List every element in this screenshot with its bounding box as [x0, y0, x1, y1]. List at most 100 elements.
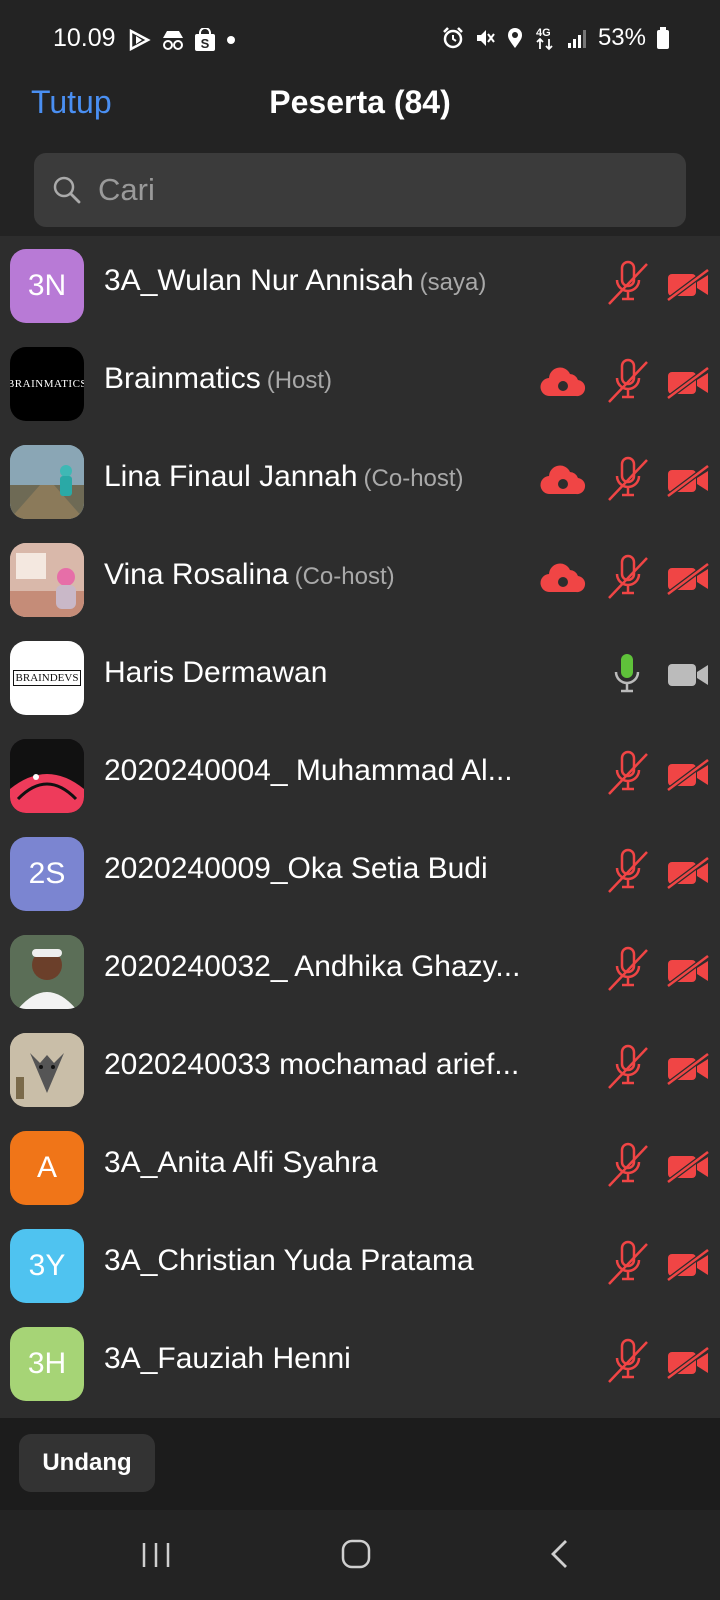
- close-button[interactable]: Tutup: [31, 84, 112, 121]
- back-icon[interactable]: [548, 1538, 570, 1575]
- mic-muted-icon: [606, 1240, 650, 1293]
- participant-row[interactable]: Vina Rosalina (Co-host): [0, 530, 720, 628]
- participant-row[interactable]: 2020240004_ Muhammad Al...: [0, 726, 720, 824]
- avatar-photo: [10, 739, 84, 813]
- invite-button[interactable]: Undang: [19, 1434, 155, 1492]
- camera-off-icon: [666, 1150, 710, 1189]
- search-input[interactable]: [96, 167, 660, 213]
- alarm-icon: [442, 27, 464, 49]
- network-label: 4G: [536, 27, 551, 39]
- avatar: [10, 543, 84, 617]
- participant-name: 3A_Anita Alfi Syahra: [104, 1146, 378, 1179]
- participant-row[interactable]: 2S 2020240009_Oka Setia Budi: [0, 824, 720, 922]
- participant-row[interactable]: A 3A_Anita Alfi Syahra: [0, 1118, 720, 1216]
- participant-name: 2020240004_ Muhammad Al...: [104, 754, 513, 787]
- participant-name-wrap: 3A_Wulan Nur Annisah (saya): [104, 264, 544, 298]
- search-icon: [52, 175, 82, 210]
- brainmatics-logo-icon: BRAINMATICS: [10, 378, 84, 390]
- participant-row[interactable]: 2020240033 mochamad arief...: [0, 1020, 720, 1118]
- mic-muted-icon: [606, 554, 650, 607]
- avatar: BRAINDEVS: [10, 641, 84, 715]
- avatar-initials: 3Y: [28, 1249, 66, 1282]
- participant-row[interactable]: BRAINDEVS Haris Dermawan: [0, 628, 720, 726]
- participant-name: Lina Finaul Jannah: [104, 460, 358, 493]
- camera-off-icon: [666, 1052, 710, 1091]
- cloud-recording-icon: [540, 366, 586, 403]
- avatar: [10, 445, 84, 519]
- braindevs-logo-icon: BRAINDEVS: [12, 670, 82, 686]
- avatar-photo: [10, 935, 84, 1009]
- participant-name: 2020240009_Oka Setia Budi: [104, 852, 488, 885]
- participant-row[interactable]: 2020240032_ Andhika Ghazy...: [0, 922, 720, 1020]
- participant-name: 3A_Christian Yuda Pratama: [104, 1244, 474, 1277]
- participant-name-wrap: 2020240004_ Muhammad Al...: [104, 754, 544, 788]
- status-time: 10.09: [53, 24, 116, 52]
- participant-name-wrap: 3A_Anita Alfi Syahra: [104, 1146, 544, 1180]
- participant-role: (saya): [419, 269, 487, 296]
- participant-name-wrap: 2020240009_Oka Setia Budi: [104, 852, 544, 886]
- notification-icons: S: [128, 28, 238, 52]
- participant-list[interactable]: 3N 3A_Wulan Nur Annisah (saya) BRAINMATICS B…: [0, 236, 720, 1418]
- cloud-recording-icon: [540, 464, 586, 501]
- camera-off-icon: [666, 268, 710, 307]
- cloud-recording-icon: [540, 562, 586, 599]
- camera-off-icon: [666, 562, 710, 601]
- participant-role: (Co-host): [294, 563, 395, 590]
- header-bar: Peserta (84) Tutup: [0, 62, 720, 144]
- location-icon: [506, 27, 524, 49]
- participant-row[interactable]: 3H 3A_Fauziah Henni: [0, 1314, 720, 1412]
- participant-name-wrap: Lina Finaul Jannah (Co-host): [104, 460, 544, 494]
- participant-name: 3A_Wulan Nur Annisah: [104, 264, 414, 297]
- participant-name: Haris Dermawan: [104, 656, 328, 689]
- mic-muted-icon: [606, 946, 650, 999]
- camera-off-icon: [666, 366, 710, 405]
- participant-row[interactable]: BRAINMATICS Brainmatics (Host): [0, 334, 720, 432]
- system-icons: 4G 53%: [442, 24, 670, 52]
- battery-percent: 53%: [597, 24, 646, 51]
- mic-muted-icon: [606, 260, 650, 313]
- network-4g-icon: 4G: [534, 25, 556, 51]
- vibrate-mute-icon: [474, 27, 496, 49]
- search-box[interactable]: [34, 153, 686, 227]
- avatar-photo: [10, 445, 84, 519]
- avatar: 3Y: [10, 1229, 84, 1303]
- avatar: BRAINMATICS: [10, 347, 84, 421]
- camera-off-icon: [666, 758, 710, 797]
- participant-name: 2020240032_ Andhika Ghazy...: [104, 950, 521, 983]
- participant-name-wrap: 2020240032_ Andhika Ghazy...: [104, 950, 544, 984]
- participant-role: (Co-host): [363, 465, 464, 492]
- participant-row[interactable]: 3Y 3A_Christian Yuda Pratama: [0, 1216, 720, 1314]
- avatar-initials: 3N: [27, 269, 67, 302]
- avatar: [10, 739, 84, 813]
- avatar-initials: 3H: [27, 1347, 67, 1380]
- more-notifications-dot-icon: [224, 33, 238, 47]
- signal-icon: [566, 27, 588, 49]
- participant-name-wrap: Brainmatics (Host): [104, 362, 544, 396]
- mic-muted-icon: [606, 848, 650, 901]
- home-icon[interactable]: [340, 1538, 372, 1575]
- participant-name-wrap: 3A_Christian Yuda Pratama: [104, 1244, 544, 1278]
- participant-row[interactable]: Lina Finaul Jannah (Co-host): [0, 432, 720, 530]
- mic-muted-icon: [606, 1338, 650, 1391]
- avatar: A: [10, 1131, 84, 1205]
- mic-muted-icon: [606, 358, 650, 411]
- camera-off-icon: [666, 1248, 710, 1287]
- svg-text:S: S: [201, 36, 210, 51]
- avatar: 2S: [10, 837, 84, 911]
- mic-muted-icon: [606, 1142, 650, 1195]
- avatar: [10, 1033, 84, 1107]
- mic-muted-icon: [606, 1044, 650, 1097]
- mic-muted-icon: [606, 750, 650, 803]
- battery-icon: [656, 26, 670, 50]
- participant-name: Vina Rosalina: [104, 558, 289, 591]
- play-icon: [128, 29, 152, 51]
- avatar-initials: 2S: [28, 857, 66, 890]
- shopee-icon: S: [194, 28, 216, 52]
- avatar: [10, 935, 84, 1009]
- recent-apps-icon[interactable]: [140, 1540, 172, 1575]
- participant-name-wrap: 3A_Fauziah Henni: [104, 1342, 544, 1376]
- camera-off-icon: [666, 856, 710, 895]
- system-nav-bar: [0, 1510, 720, 1600]
- participant-name-wrap: 2020240033 mochamad arief...: [104, 1048, 544, 1082]
- participant-row[interactable]: 3N 3A_Wulan Nur Annisah (saya): [0, 236, 720, 334]
